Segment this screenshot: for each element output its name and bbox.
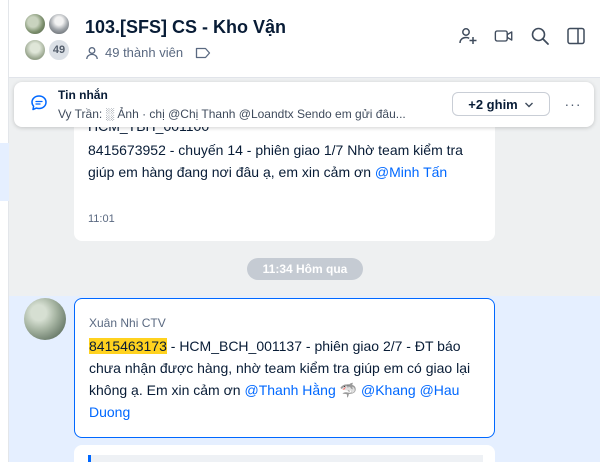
search-icon[interactable] [530, 26, 550, 46]
more-options-button[interactable]: ··· [562, 92, 584, 116]
quoted-block [88, 455, 483, 462]
sender-name: Xuân Nhi CTV [89, 316, 166, 330]
group-title[interactable]: 103.[SFS] CS - Kho Vận [85, 17, 286, 38]
chat-header: 49 103.[SFS] CS - Kho Vận 49 thành viên [9, 0, 600, 78]
mention-link[interactable]: @Khang [361, 382, 416, 398]
message-bubble-selected[interactable]: Xuân Nhi CTV 8415463173 - HCM_BCH_001137… [74, 298, 495, 438]
date-divider: 11:34 Hôm qua [247, 258, 363, 280]
member-avatar [23, 12, 47, 36]
active-conversation-highlight [0, 143, 9, 201]
chat-bubble-icon [30, 94, 48, 117]
member-avatar [23, 38, 47, 62]
message-bubble-partial[interactable] [74, 445, 495, 462]
pinned-message-bar[interactable]: Tin nhắn Vy Trần: ░ Ảnh · chị @Chị Thanh… [14, 82, 594, 127]
video-call-icon[interactable] [494, 26, 514, 46]
group-avatar[interactable]: 49 [23, 12, 73, 64]
sender-avatar[interactable] [24, 298, 66, 340]
highlighted-text: 8415463173 [89, 338, 167, 354]
emoji: 🦈 [335, 382, 361, 398]
member-avatar [47, 12, 71, 36]
conversation-list-edge [0, 0, 9, 462]
more-pins-button[interactable]: +2 ghim [452, 92, 550, 116]
message-bubble[interactable]: HCM_TBH_001100 8415673952 - chuyến 14 - … [74, 110, 495, 241]
user-icon [85, 46, 99, 60]
message-time: 11:01 [88, 213, 115, 225]
member-count-badge: 49 [47, 38, 71, 62]
message-text: 8415463173 - HCM_BCH_001137 - phiên giao… [89, 335, 481, 423]
mention-link[interactable]: @Thanh Hằng [244, 382, 335, 398]
sidebar-toggle-icon[interactable] [566, 26, 586, 46]
mention-link[interactable]: @Minh Tấn [375, 164, 447, 180]
more-pins-label: +2 ghim [468, 96, 518, 112]
chevron-down-icon [524, 97, 534, 112]
pinned-title: Tin nhắn [58, 88, 108, 102]
pinned-preview: Vy Trần: ░ Ảnh · chị @Chị Thanh @Loandtx… [58, 107, 406, 121]
message-text: 8415673952 - chuyến 14 - phiên giao 1/7 … [88, 139, 483, 183]
member-info[interactable]: 49 thành viên [85, 45, 211, 60]
member-count-label: 49 thành viên [105, 45, 184, 60]
add-member-icon[interactable] [458, 26, 478, 46]
tag-icon[interactable] [195, 47, 211, 59]
